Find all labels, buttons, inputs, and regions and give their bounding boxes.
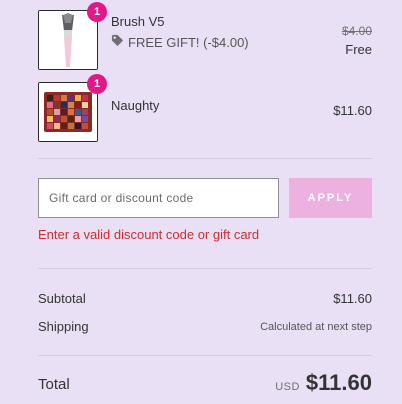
order-summary: 1 Brush V5 FREE GIFT! (-$4.00) $4.00 Fre… — [0, 0, 402, 404]
quantity-badge: 1 — [87, 2, 107, 22]
line-price: $11.60 — [333, 103, 372, 118]
total-label: Total — [38, 376, 70, 393]
shipping-label: Shipping — [38, 319, 89, 334]
currency-code: USD — [275, 381, 300, 393]
line-price: Free — [345, 42, 372, 57]
line-item-brush: 1 Brush V5 FREE GIFT! (-$4.00) $4.00 Fre… — [38, 2, 372, 70]
divider — [38, 268, 372, 269]
product-name: Brush V5 — [111, 14, 165, 29]
divider — [38, 158, 372, 159]
shipping-value: Calculated at next step — [260, 321, 372, 333]
subtotal-label: Subtotal — [38, 291, 86, 306]
tag-icon — [111, 34, 124, 50]
line-item-naughty: 1 Naughty $11.60 — [38, 74, 372, 142]
eyeshadow-palette-image — [39, 83, 97, 141]
total-amount: $11.60 — [305, 370, 372, 395]
discount-text: FREE GIFT! (-$4.00) — [128, 34, 249, 50]
product-name: Naughty — [111, 98, 160, 113]
discount-allocation: FREE GIFT! (-$4.00) — [111, 34, 249, 50]
total-price: USD $11.60 — [275, 370, 372, 396]
makeup-brush-image — [39, 11, 97, 69]
original-price: $4.00 — [341, 24, 372, 38]
divider — [38, 355, 372, 356]
discount-code-input[interactable] — [38, 178, 279, 218]
quantity-badge: 1 — [87, 74, 107, 94]
subtotal-value: $11.60 — [333, 291, 372, 306]
discount-error-message: Enter a valid discount code or gift card — [38, 227, 260, 242]
apply-button[interactable]: APPLY — [289, 178, 372, 218]
